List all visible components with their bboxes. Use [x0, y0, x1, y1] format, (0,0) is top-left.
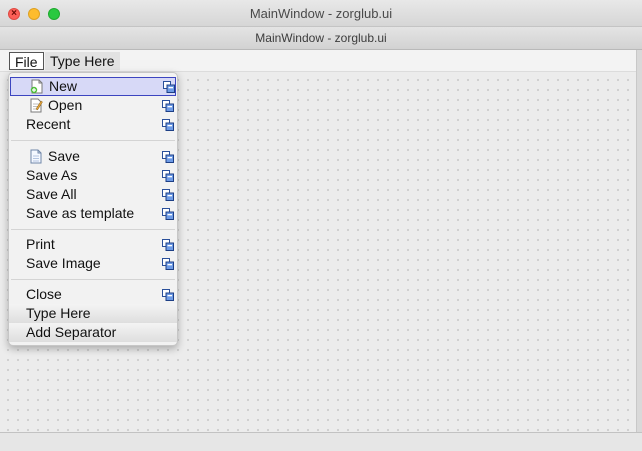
action-editor-icon[interactable] — [162, 151, 174, 163]
menu-item-label: Save Image — [26, 255, 101, 271]
open-file-icon — [30, 98, 43, 113]
menu-item-label: Print — [26, 236, 55, 252]
menu-item-type-here[interactable]: Type Here — [9, 304, 177, 323]
action-editor-icon[interactable] — [162, 258, 174, 270]
main-window: × MainWindow - zorglub.ui MainWindow - z… — [0, 0, 642, 451]
action-editor-icon[interactable] — [162, 208, 174, 220]
action-editor-icon[interactable] — [163, 81, 175, 93]
menu-item-label: Save as template — [26, 205, 135, 221]
action-editor-icon[interactable] — [162, 189, 174, 201]
menu-item-open[interactable]: Open — [9, 96, 177, 115]
action-editor-icon[interactable] — [162, 119, 174, 131]
menu-item-save-all[interactable]: Save All — [9, 185, 177, 204]
menu-item-close[interactable]: Close — [9, 285, 177, 304]
menu-separator — [11, 140, 175, 141]
file-menu-dropdown: New Open Recent Save Save As Save All Sa… — [8, 72, 178, 346]
action-editor-icon[interactable] — [162, 100, 174, 112]
action-editor-icon[interactable] — [162, 170, 174, 182]
form-title: MainWindow - zorglub.ui — [255, 31, 387, 45]
menu-item-label: Save — [48, 148, 80, 164]
menu-item-save-image[interactable]: Save Image — [9, 254, 177, 273]
menu-item-save-as[interactable]: Save As — [9, 166, 177, 185]
menu-item-label: Save All — [26, 186, 77, 202]
new-file-icon — [30, 79, 43, 94]
menu-file[interactable]: File — [9, 52, 44, 70]
menu-item-label: Recent — [26, 116, 71, 132]
menu-separator — [11, 279, 175, 280]
menu-item-label: New — [49, 78, 78, 94]
window-right-edge — [636, 50, 642, 432]
menu-separator — [11, 229, 175, 230]
menu-item-new[interactable]: New — [10, 77, 176, 96]
menu-type-here[interactable]: Type Here — [45, 52, 120, 70]
menu-item-print[interactable]: Print — [9, 235, 177, 254]
action-editor-icon[interactable] — [162, 239, 174, 251]
action-editor-icon[interactable] — [162, 289, 174, 301]
menu-item-recent[interactable]: Recent — [9, 115, 177, 134]
form-menubar: File Type Here — [0, 50, 642, 72]
form-titlebar: MainWindow - zorglub.ui — [0, 27, 642, 50]
menu-item-save-as-template[interactable]: Save as template — [9, 204, 177, 223]
menu-item-add-separator[interactable]: Add Separator — [9, 323, 177, 342]
window-title: MainWindow - zorglub.ui — [249, 6, 393, 21]
menu-item-label: Close — [26, 286, 62, 302]
menu-item-label: Type Here — [26, 305, 91, 321]
menu-item-label: Add Separator — [26, 324, 117, 340]
save-file-icon — [30, 149, 42, 164]
menu-item-label: Open — [48, 97, 83, 113]
status-bar — [0, 432, 642, 451]
menu-item-label: Save As — [26, 167, 78, 183]
menu-item-save[interactable]: Save — [9, 147, 177, 166]
window-titlebar[interactable]: × MainWindow - zorglub.ui — [0, 0, 642, 27]
